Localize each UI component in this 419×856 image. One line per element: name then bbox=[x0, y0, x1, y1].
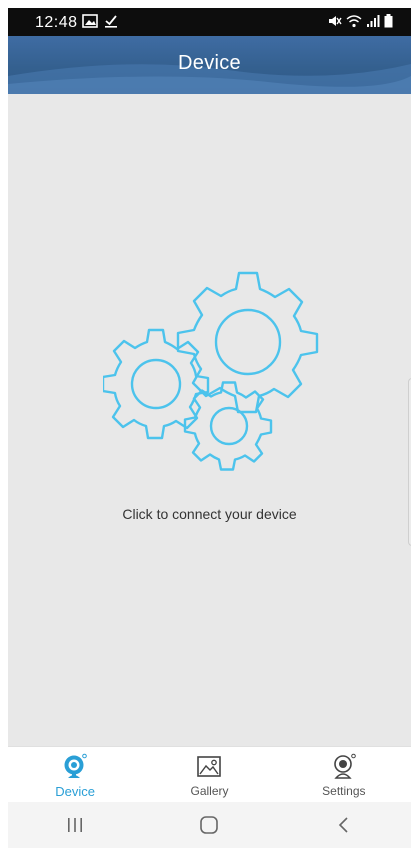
app-header: Device bbox=[8, 36, 411, 94]
status-notifications bbox=[82, 14, 118, 28]
tab-settings-label: Settings bbox=[322, 784, 366, 798]
tab-device-label: Device bbox=[55, 784, 96, 799]
battery-icon bbox=[384, 14, 393, 28]
signal-icon bbox=[367, 15, 380, 27]
tab-gallery[interactable]: Gallery bbox=[142, 747, 276, 803]
status-time: 12:48 bbox=[35, 14, 78, 31]
gears-icon bbox=[103, 271, 319, 471]
system-nav-bar bbox=[8, 802, 411, 848]
phone-screen: 12:48 Device Click to connect your devic… bbox=[8, 8, 411, 848]
small-gear-bottom-icon bbox=[183, 381, 273, 471]
tab-device[interactable]: Device bbox=[8, 747, 142, 803]
home-icon bbox=[200, 816, 219, 834]
connect-device-area[interactable]: Click to connect your device bbox=[78, 254, 341, 544]
home-button[interactable] bbox=[142, 802, 276, 848]
tab-gallery-label: Gallery bbox=[190, 784, 229, 798]
wifi-icon bbox=[346, 15, 362, 28]
small-gear-left-icon bbox=[103, 328, 210, 440]
recents-button[interactable] bbox=[8, 802, 142, 848]
back-icon bbox=[338, 817, 348, 833]
large-gear-icon bbox=[176, 271, 319, 414]
back-button[interactable] bbox=[277, 802, 411, 848]
recents-icon bbox=[68, 818, 83, 832]
status-system-icons bbox=[328, 14, 393, 28]
connect-device-text[interactable]: Click to connect your device bbox=[78, 506, 341, 522]
tab-settings[interactable]: Settings bbox=[277, 747, 411, 803]
mute-icon bbox=[329, 16, 342, 26]
edge-panel-handle[interactable] bbox=[408, 378, 411, 546]
bottom-tab-bar: Device Gallery Settings bbox=[8, 746, 411, 803]
device-content: Click to connect your device bbox=[8, 94, 411, 746]
image-notification-icon bbox=[82, 14, 98, 28]
download-done-icon bbox=[105, 15, 117, 28]
gallery-icon bbox=[197, 756, 222, 777]
status-bar: 12:48 bbox=[8, 8, 411, 36]
settings-camera-icon bbox=[334, 753, 356, 779]
camera-icon bbox=[64, 753, 87, 778]
page-title: Device bbox=[178, 52, 241, 74]
